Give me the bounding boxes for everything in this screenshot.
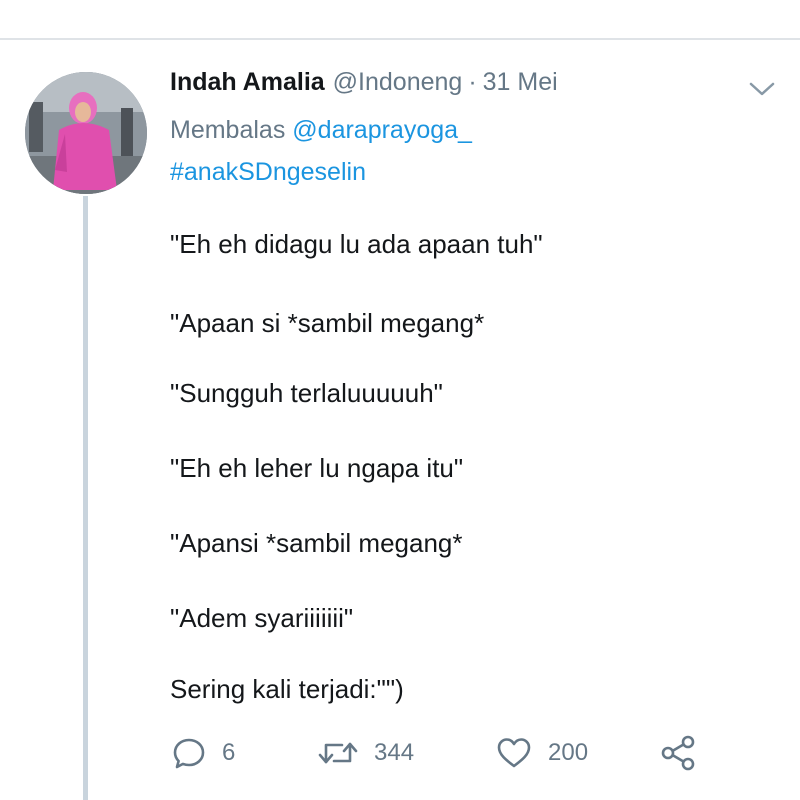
retweet-count: 344	[374, 739, 415, 766]
chevron-down-icon[interactable]	[748, 78, 776, 100]
avatar[interactable]	[25, 72, 147, 194]
author-name[interactable]: Indah Amalia	[170, 68, 325, 97]
tweet-text-line: "Apansi *sambil megang*	[170, 528, 463, 558]
tweet-text-line: Sering kali terjadi:"")	[170, 674, 404, 704]
retweet-icon	[318, 736, 358, 770]
tweet-header: Indah Amalia @Indoneng · 31 Mei	[170, 68, 558, 102]
retweet-button[interactable]: 344	[318, 733, 414, 773]
author-handle[interactable]: @Indoneng	[333, 68, 463, 97]
share-icon	[660, 735, 696, 771]
reply-icon	[172, 736, 206, 770]
tweet-text-line: "Sungguh terlaluuuuuh"	[170, 378, 443, 408]
share-button[interactable]	[660, 733, 696, 773]
like-icon	[496, 736, 532, 770]
thread-connector-line	[83, 196, 88, 800]
tweet-date[interactable]: 31 Mei	[483, 68, 558, 97]
header-separator: ·	[468, 68, 477, 96]
reply-prefix: Membalas	[170, 116, 286, 144]
like-count: 200	[548, 739, 589, 766]
tweet-text-line: "Eh eh didagu lu ada apaan tuh"	[170, 229, 543, 259]
tweet-text-line: "Apaan si *sambil megang*	[170, 308, 485, 338]
top-divider	[0, 0, 800, 40]
like-button[interactable]: 200	[496, 733, 588, 773]
tweet-text-line: "Eh eh leher lu ngapa itu"	[170, 453, 464, 483]
tweet-text-line: "Adem syariiiiiii"	[170, 603, 354, 633]
reply-context: Membalas @daraprayoga_	[170, 116, 472, 145]
avatar-photo	[25, 72, 147, 194]
hashtag-link[interactable]: #anakSDngeselin	[170, 158, 366, 187]
reply-mention-link[interactable]: @daraprayoga_	[292, 116, 472, 144]
reply-button[interactable]: 6	[172, 733, 235, 773]
reply-count: 6	[222, 739, 236, 766]
